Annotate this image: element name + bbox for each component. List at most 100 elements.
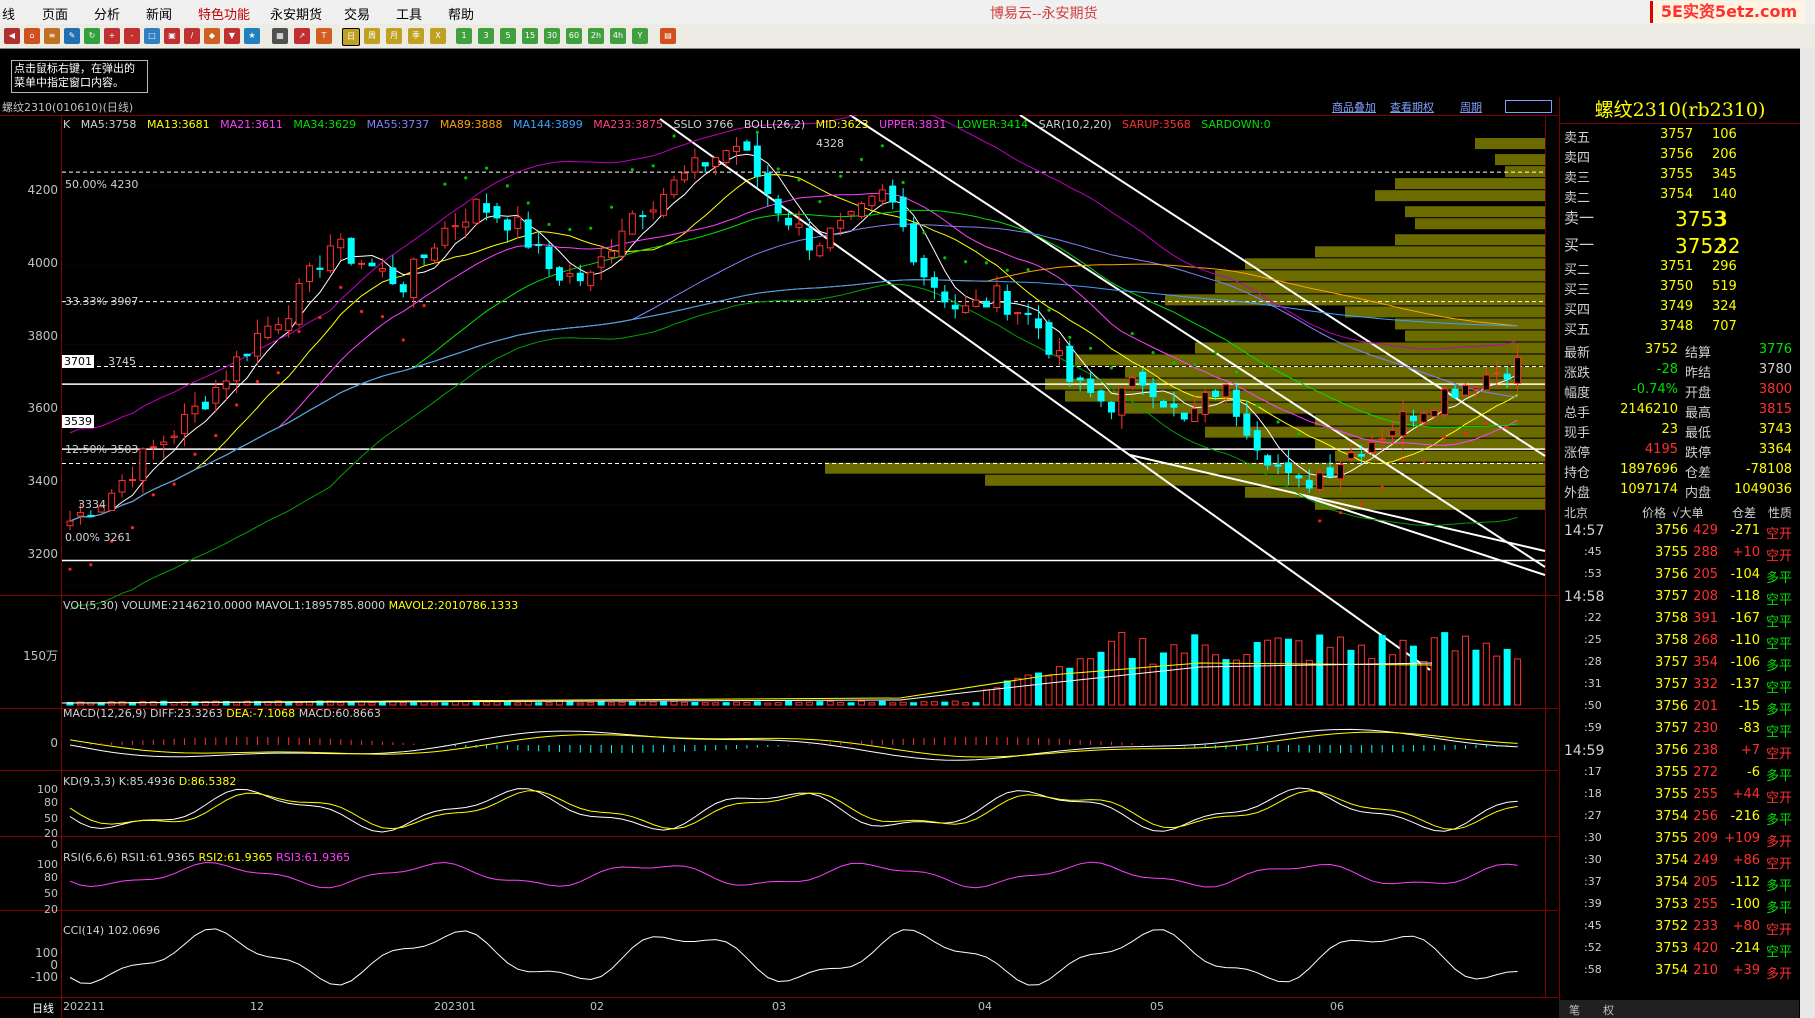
- menu-item-page[interactable]: 页面: [42, 4, 68, 23]
- overlay-link[interactable]: 商品叠加: [1332, 99, 1376, 115]
- table-icon[interactable]: ▦: [272, 28, 288, 44]
- candle-body: [1441, 388, 1449, 416]
- ind-upper: UPPER:3831: [879, 118, 947, 131]
- stat-row: 现手 23 最低 3743: [1564, 422, 1792, 441]
- kd-axis-label: 50: [44, 812, 58, 825]
- candle-body: [233, 356, 241, 382]
- options-link[interactable]: 查看期权: [1390, 99, 1434, 115]
- period-30min-icon[interactable]: 30: [544, 28, 560, 44]
- candle-body: [774, 198, 782, 214]
- vertical-scrollbar[interactable]: [1800, 48, 1815, 1018]
- price-chart[interactable]: [0, 115, 1558, 1018]
- window-icon[interactable]: □: [144, 28, 160, 44]
- period-2h-icon[interactable]: 2h: [588, 28, 604, 44]
- menu-item-trade[interactable]: 交易: [344, 4, 370, 23]
- volume-bar: [295, 702, 303, 706]
- sar-dot: [297, 329, 301, 334]
- candle-body: [1212, 390, 1220, 398]
- edit-icon[interactable]: ✎: [64, 28, 80, 44]
- candle-body: [837, 219, 845, 229]
- kd-k-line: [69, 787, 1518, 833]
- sar-dot: [1109, 366, 1114, 370]
- candle-body: [670, 179, 678, 196]
- symbol-label: 螺纹2310(010610)(日线): [2, 101, 134, 114]
- menu-item-help[interactable]: 帮助: [448, 4, 474, 23]
- zoom-out-icon[interactable]: -: [124, 28, 140, 44]
- tab-rights[interactable]: 权: [1603, 1002, 1614, 1018]
- menu-item-line[interactable]: 线: [2, 4, 15, 23]
- new-icon[interactable]: ★: [244, 28, 260, 44]
- period-60min-icon[interactable]: 60: [566, 28, 582, 44]
- candle-body: [1087, 378, 1095, 393]
- period-15min-icon[interactable]: 15: [522, 28, 538, 44]
- candle-body: [847, 211, 855, 216]
- sar-dot: [1047, 308, 1051, 312]
- period-link[interactable]: 周期: [1460, 99, 1482, 115]
- stat-row: 涨停 4195 跌停 3364: [1564, 442, 1792, 461]
- volume-bar: [1305, 659, 1313, 706]
- candle-body: [1326, 467, 1334, 478]
- tick-row: :39 3753 255 -100 多平: [1584, 897, 1793, 916]
- marker-icon[interactable]: ◆: [204, 28, 220, 44]
- candle-body: [410, 258, 418, 298]
- kd-axis-label: 100: [37, 783, 58, 796]
- period-day-icon[interactable]: 日: [342, 28, 360, 46]
- rsi-line: [69, 861, 1518, 889]
- menu-item-features[interactable]: 特色功能: [198, 4, 250, 23]
- candle-body: [1076, 377, 1084, 381]
- back-icon[interactable]: ◀: [4, 28, 20, 44]
- period-month-icon[interactable]: 月: [386, 28, 402, 44]
- volume-bar: [1389, 654, 1397, 706]
- tab-ticks[interactable]: 笔: [1569, 1002, 1580, 1018]
- sar-dot: [1026, 268, 1030, 272]
- refresh-icon[interactable]: ↻: [84, 28, 100, 44]
- draw-icon[interactable]: /: [184, 28, 200, 44]
- pin-icon[interactable]: ▼: [224, 28, 240, 44]
- candle-body: [139, 448, 147, 481]
- candle-body: [576, 272, 584, 282]
- menu-item-tools[interactable]: 工具: [396, 4, 422, 23]
- volume-bar: [628, 701, 636, 706]
- sar-dot: [901, 180, 905, 185]
- home-icon[interactable]: ⌂: [24, 28, 40, 44]
- tick-icon[interactable]: T: [316, 28, 332, 44]
- candle-body: [1514, 357, 1522, 384]
- y-label: 3800: [27, 329, 58, 343]
- volume-bar: [639, 700, 647, 706]
- trend-icon[interactable]: ↗: [294, 28, 310, 44]
- sar-dot: [547, 222, 551, 227]
- period-1min-icon[interactable]: 1: [456, 28, 472, 44]
- period-year-icon[interactable]: Y: [632, 28, 648, 44]
- chart-nav-icon[interactable]: [1505, 100, 1552, 113]
- volume-bar: [608, 702, 616, 706]
- candle-body: [128, 479, 136, 482]
- volume-bar: [1180, 652, 1188, 706]
- candle-body: [285, 318, 293, 331]
- period-week-icon[interactable]: 周: [364, 28, 380, 44]
- x-label: 05: [1150, 1000, 1164, 1013]
- zoom-in-icon[interactable]: +: [104, 28, 120, 44]
- period-multi-icon[interactable]: X: [430, 28, 446, 44]
- volume-bar: [545, 702, 553, 706]
- period-season-icon[interactable]: 季: [408, 28, 424, 44]
- ind-sslo: SSLO 3766: [673, 118, 734, 131]
- kd-d-line: [69, 790, 1518, 830]
- calculator-icon[interactable]: ▤: [660, 28, 676, 44]
- period-4h-icon[interactable]: 4h: [610, 28, 626, 44]
- copy-icon[interactable]: ▣: [164, 28, 180, 44]
- ind-ma13: MA13:3681: [146, 118, 210, 131]
- ind-k: K: [63, 118, 71, 131]
- volume-bar: [368, 701, 376, 706]
- period-5min-icon[interactable]: 5: [500, 28, 516, 44]
- menu-item-yongan[interactable]: 永安期货: [270, 4, 322, 23]
- candle-body: [1066, 345, 1074, 382]
- menu-item-analysis[interactable]: 分析: [94, 4, 120, 23]
- menu-item-news[interactable]: 新闻: [146, 4, 172, 23]
- sar-dot: [651, 164, 655, 168]
- list-icon[interactable]: ≡: [44, 28, 60, 44]
- tick-row: 14:58 3757 208 -118 空平: [1564, 589, 1793, 608]
- x-label: 04: [978, 1000, 992, 1013]
- volume-profile-bar: [1315, 498, 1545, 510]
- period-3min-icon[interactable]: 3: [478, 28, 494, 44]
- volume-bar: [1316, 634, 1324, 706]
